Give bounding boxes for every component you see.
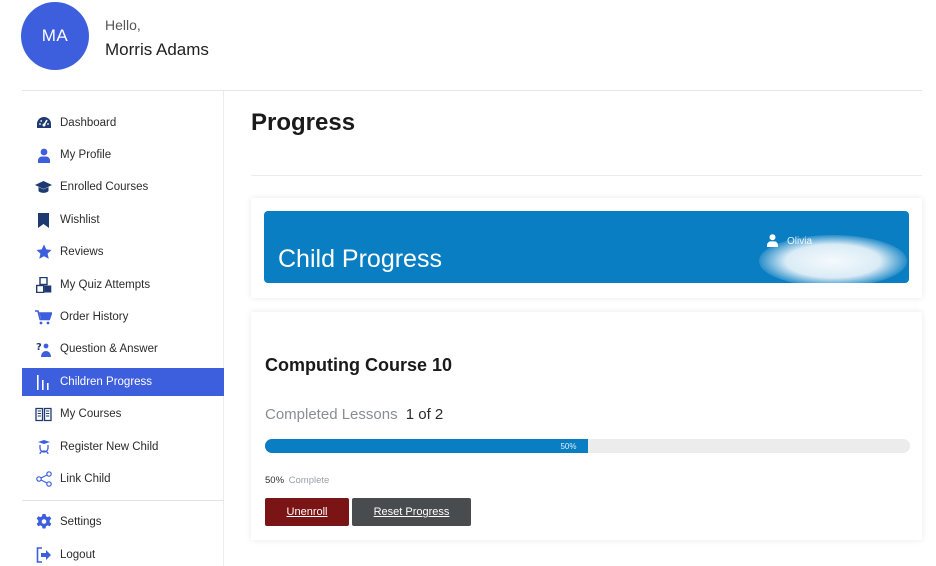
header: MA Hello, Morris Adams [0,0,936,90]
unenroll-button[interactable]: Unenroll [265,498,349,526]
sidebar-item-label: Order History [60,311,129,323]
user-name: Morris Adams [105,40,209,59]
page-title: Progress [251,109,356,136]
sidebar-item-label: My Profile [60,149,112,161]
child-progress-card: Child Progress Olivia [251,198,922,298]
sidebar-item-label: Link Child [60,473,111,485]
sidebar-item-label: Settings [60,516,102,528]
question-answer-icon: ? [35,341,52,358]
bar-chart-icon [35,374,52,391]
progress-bar-fill: 50% [265,439,588,453]
sidebar-item-children-progress[interactable]: Children Progress [22,368,224,396]
completion-percent: 50% [265,475,285,486]
child-register-icon [35,439,52,456]
course-title: Computing Course 10 [265,355,453,375]
book-icon [35,406,52,423]
completed-lessons-label: Completed Lessons [265,406,398,423]
main-content: Progress Child Progress Olivia Computing… [224,91,936,566]
sidebar-item-question-answer[interactable]: ? Question & Answer [22,335,224,363]
child-progress-banner: Child Progress Olivia [264,211,909,283]
sidebar-item-link-child[interactable]: Link Child [22,465,224,493]
bookmark-icon [35,212,52,229]
sidebar-item-reviews[interactable]: Reviews [22,238,224,266]
redaction-blur [759,235,907,283]
avatar[interactable]: MA [21,2,89,70]
sidebar-item-label: Reviews [60,246,104,258]
sidebar-item-label: Register New Child [60,441,159,453]
sidebar: Dashboard My Profile Enrolled Courses Wi… [22,91,224,566]
sidebar-item-register-new-child[interactable]: Register New Child [22,433,224,461]
user-icon [35,147,52,164]
title-divider [251,175,922,176]
sidebar-item-my-courses[interactable]: My Courses [22,400,224,428]
sidebar-item-dashboard[interactable]: Dashboard [22,109,224,137]
star-icon [35,244,52,261]
cart-icon [35,309,52,326]
quiz-blocks-icon [35,277,52,294]
sidebar-item-wishlist[interactable]: Wishlist [22,206,224,234]
gear-icon [35,514,52,531]
sidebar-item-label: Question & Answer [60,343,158,355]
sidebar-item-label: Logout [60,549,96,561]
progress-bar-label: 50% [560,441,577,451]
sidebar-item-label: My Quiz Attempts [60,279,151,291]
completion-word: Complete [288,475,330,486]
sidebar-item-my-profile[interactable]: My Profile [22,141,224,169]
progress-bar: 50% [265,439,910,453]
sidebar-item-enrolled-courses[interactable]: Enrolled Courses [22,173,224,201]
course-progress-card: Computing Course 10 Completed Lessons 1 … [251,312,922,540]
banner-title: Child Progress [278,245,442,273]
logout-icon [35,547,52,564]
greeting-text: Hello, [105,17,141,33]
sidebar-item-label: Enrolled Courses [60,181,149,193]
sidebar-item-logout[interactable]: Logout [22,541,224,566]
sidebar-item-order-history[interactable]: Order History [22,303,224,331]
sidebar-item-settings[interactable]: Settings [22,508,224,536]
graduation-cap-icon [35,179,52,196]
sidebar-item-label: Dashboard [60,117,117,129]
completion-status: 50% Complete [265,475,329,486]
sidebar-item-label: Wishlist [60,214,100,226]
share-link-icon [35,471,52,488]
reset-progress-button[interactable]: Reset Progress [352,498,471,526]
dashboard-gauge-icon [35,115,52,132]
completed-lessons: Completed Lessons 1 of 2 [265,406,443,423]
sidebar-item-label: My Courses [60,408,122,420]
svg-text:?: ? [36,342,42,353]
sidebar-item-quiz-attempts[interactable]: My Quiz Attempts [22,271,224,299]
sidebar-item-label: Children Progress [60,376,153,388]
sidebar-divider [22,500,224,501]
completed-lessons-value: 1 of 2 [405,406,444,423]
